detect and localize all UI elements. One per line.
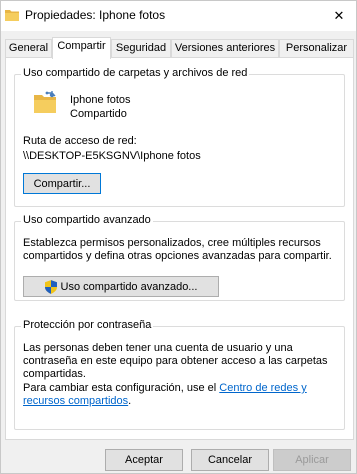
share-button[interactable]: Compartir... (23, 173, 101, 194)
password-protection-text-3: compartidas. (23, 368, 86, 380)
tab-compartir[interactable]: Compartir (52, 37, 111, 59)
folder-icon (5, 10, 19, 21)
shared-folder-icon (34, 91, 56, 113)
tab-strip: General Compartir Seguridad Versiones an… (5, 37, 354, 59)
tab-general[interactable]: General (5, 39, 52, 58)
password-protection-text-1: Las personas deben tener una cuenta de u… (23, 342, 293, 354)
network-center-link[interactable]: Centro de redes y (219, 382, 306, 394)
advanced-sharing-button[interactable]: Uso compartido avanzado... (23, 276, 219, 297)
group-title: Uso compartido avanzado (21, 214, 153, 226)
accept-button[interactable]: Aceptar (105, 449, 183, 471)
group-title: Uso compartido de carpetas y archivos de… (21, 67, 250, 79)
password-protection-text-4: Para cambiar esta configuración, use el … (23, 382, 307, 394)
password-protection-group: Protección por contraseña Las personas d… (14, 319, 345, 430)
network-center-link-continued[interactable]: recursos compartidos (23, 395, 128, 407)
close-icon: ✕ (333, 8, 345, 23)
password-protection-text-2: contraseña en este equipo para obtener a… (23, 355, 328, 367)
window-title: Propiedades: Iphone fotos (25, 8, 166, 22)
tab-seguridad[interactable]: Seguridad (111, 39, 171, 58)
uac-shield-icon (44, 279, 57, 294)
tab-versiones-anteriores[interactable]: Versiones anteriores (171, 39, 279, 58)
network-path-value: \\DESKTOP-E5KSGNV\Iphone fotos (23, 150, 201, 162)
group-title: Protección por contraseña (21, 319, 154, 331)
network-sharing-group: Uso compartido de carpetas y archivos de… (14, 67, 345, 207)
apply-button: Aplicar (273, 449, 351, 471)
advanced-sharing-description-2: compartidos y defina otras opciones avan… (23, 250, 332, 262)
properties-window: Propiedades: Iphone fotos ✕ General Comp… (0, 0, 357, 474)
folder-name: Iphone fotos (70, 94, 131, 106)
tab-personalizar[interactable]: Personalizar (279, 39, 354, 58)
advanced-sharing-group: Uso compartido avanzado Establezca permi… (14, 214, 345, 301)
advanced-sharing-description-1: Establezca permisos personalizados, cree… (23, 237, 321, 249)
password-protection-text-5: recursos compartidos. (23, 395, 132, 407)
close-button[interactable]: ✕ (322, 1, 356, 31)
title-bar: Propiedades: Iphone fotos ✕ (1, 1, 356, 31)
network-path-label: Ruta de acceso de red: (23, 135, 137, 147)
tab-panel: Uso compartido de carpetas y archivos de… (5, 57, 354, 440)
cancel-button[interactable]: Cancelar (191, 449, 269, 471)
share-status: Compartido (70, 108, 127, 120)
